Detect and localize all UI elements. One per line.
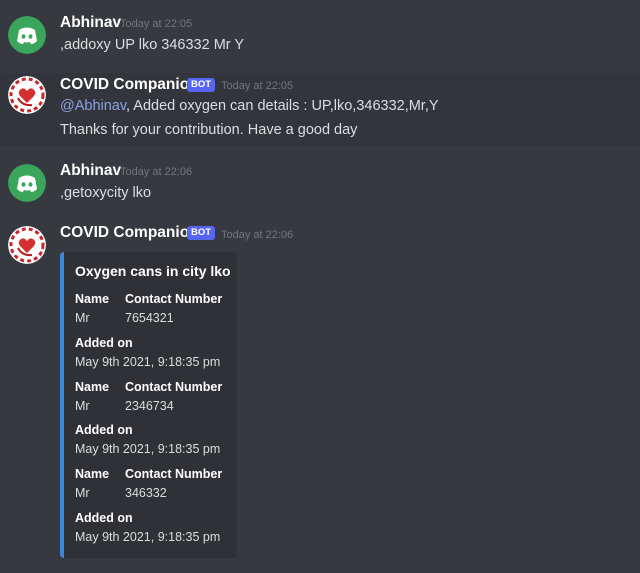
field-name-value: Mr: [75, 399, 90, 413]
message-2: COVID Companion BOT Today at 22:05 @Abhi…: [0, 73, 640, 146]
embed: Oxygen cans in city lko Name Contact Num…: [60, 252, 237, 558]
field-added-label: Added on: [75, 336, 133, 350]
username[interactable]: COVID Companion: [60, 224, 199, 242]
message-text: ,addoxy UP lko 346332 Mr Y: [60, 37, 245, 53]
field-name-label: Name: [75, 380, 110, 394]
message-text: Thanks for your contribution. Have a goo…: [60, 122, 358, 138]
bot-tag: BOT: [187, 78, 216, 92]
field-name-label: Name: [75, 467, 110, 481]
field-contact-label: Contact Number: [125, 380, 223, 394]
covid-companion-avatar-icon[interactable]: [8, 76, 46, 114]
field-added-value: May 9th 2021, 9:18:35 pm: [75, 442, 221, 456]
field-contact-value: 2346734: [125, 399, 174, 413]
field-contact-label: Contact Number: [125, 467, 223, 481]
field-added-value: May 9th 2021, 9:18:35 pm: [75, 530, 221, 544]
timestamp: Today at 22:06: [120, 166, 193, 178]
message-text: ,getoxycity lko: [60, 185, 152, 201]
message-1: Abhinav Today at 22:05 ,addoxy UP lko 34…: [0, 8, 640, 64]
message-text-rest: , Added oxygen can details : UP,lko,3463…: [126, 98, 439, 114]
field-contact-label: Contact Number: [125, 292, 223, 306]
field-added-label: Added on: [75, 511, 133, 525]
username[interactable]: COVID Companion: [60, 76, 199, 94]
field-contact-value: 7654321: [125, 311, 174, 325]
field-added-label: Added on: [75, 423, 133, 437]
timestamp: Today at 22:05: [120, 18, 193, 30]
field-name-value: Mr: [75, 311, 90, 325]
field-name-label: Name: [75, 292, 110, 306]
username[interactable]: Abhinav: [60, 14, 121, 32]
field-name-value: Mr: [75, 486, 90, 500]
discord-avatar-icon[interactable]: [8, 164, 46, 202]
embed-title: Oxygen cans in city lko: [75, 263, 231, 279]
message-text: @Abhinav, Added oxygen can details : UP,…: [60, 98, 439, 114]
bot-tag: BOT: [187, 226, 216, 240]
field-added-value: May 9th 2021, 9:18:35 pm: [75, 355, 221, 369]
user-mention[interactable]: @Abhinav: [60, 98, 126, 114]
discord-avatar-icon[interactable]: [8, 16, 46, 54]
message-3: Abhinav Today at 22:06 ,getoxycity lko: [0, 156, 640, 212]
username[interactable]: Abhinav: [60, 162, 121, 180]
timestamp: Today at 22:06: [221, 229, 294, 241]
field-contact-value: 346332: [125, 486, 167, 500]
timestamp: Today at 22:05: [221, 80, 294, 92]
covid-companion-avatar-icon[interactable]: [8, 226, 46, 264]
